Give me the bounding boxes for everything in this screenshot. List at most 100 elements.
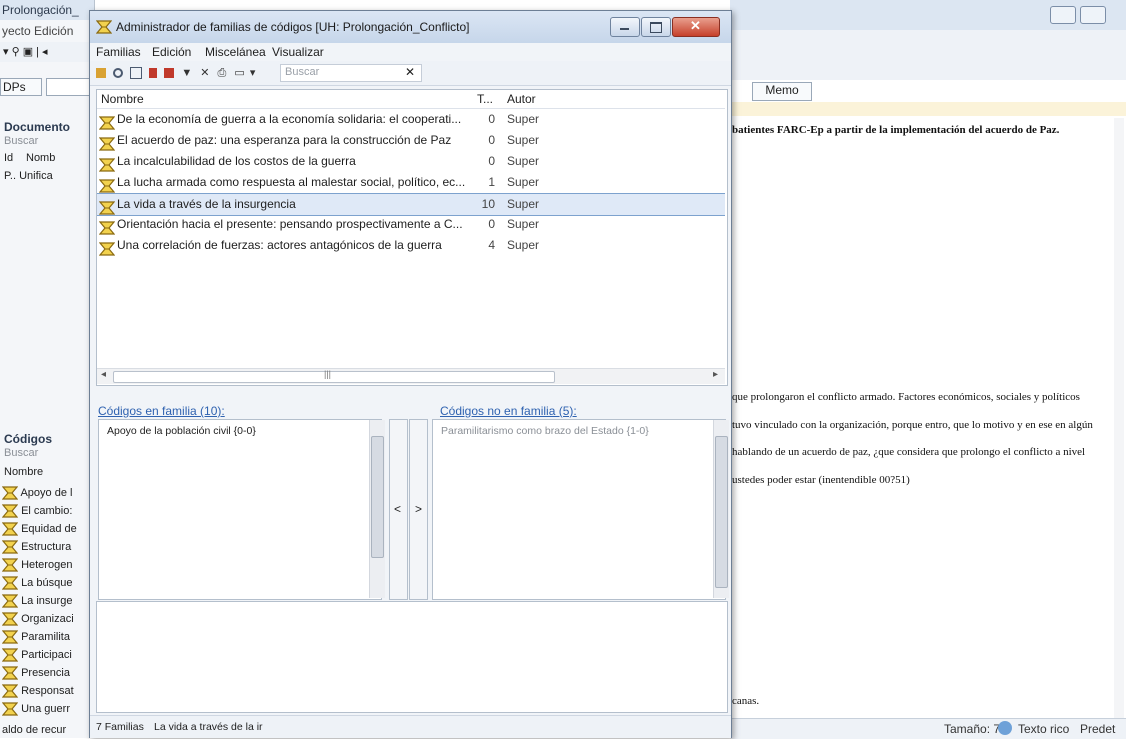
documents-header: Documento xyxy=(4,120,70,134)
family-row[interactable]: Orientación hacia el presente: pensando … xyxy=(97,214,725,235)
codes-search[interactable]: Buscar xyxy=(4,447,38,459)
clear-search-icon[interactable]: ✕ xyxy=(405,65,415,79)
column-header-t[interactable]: T... xyxy=(477,92,493,106)
documents-search[interactable]: Buscar xyxy=(4,135,38,147)
menu-edicion[interactable]: Edición xyxy=(152,45,191,59)
bg-tab-p[interactable] xyxy=(46,78,94,96)
scrollbar-thumb[interactable]: ||| xyxy=(113,369,555,383)
code-list-item[interactable]: El cambio: xyxy=(2,504,72,522)
status-default[interactable]: Predet xyxy=(1080,722,1115,736)
family-count: 0 xyxy=(488,133,495,147)
family-icon xyxy=(99,116,115,130)
status-rich-text[interactable]: Texto rico xyxy=(1018,722,1069,736)
documents-col-name[interactable]: Nomb xyxy=(26,152,55,164)
column-header-author[interactable]: Autor xyxy=(507,92,536,106)
code-list-item[interactable]: La búsque xyxy=(2,576,72,594)
code-icon xyxy=(2,504,18,518)
column-header-name[interactable]: Nombre xyxy=(101,92,144,106)
family-row[interactable]: Una correlación de fuerzas: actores anta… xyxy=(97,235,725,256)
delete-icon[interactable] xyxy=(164,68,175,79)
search-input[interactable]: Buscar ✕ xyxy=(280,64,422,82)
code-icon xyxy=(2,612,18,626)
dialog-titlebar[interactable]: Administrador de familias de códigos [UH… xyxy=(90,11,731,43)
codes-col-name[interactable]: Nombre xyxy=(4,466,43,478)
family-row[interactable]: De la economía de guerra a la economía s… xyxy=(97,109,725,130)
code-list-item[interactable]: Estructura xyxy=(2,540,71,558)
horizontal-scrollbar[interactable]: ◂ ||| ▸ xyxy=(97,368,725,384)
documents-col-id[interactable]: Id xyxy=(4,152,13,164)
bg-toolbar-icons[interactable]: ▾ ⚲ ▣ | ◂ xyxy=(3,45,48,58)
move-right-button[interactable]: > xyxy=(409,419,428,600)
remove-icon[interactable]: ✕ xyxy=(200,67,209,79)
bg-highlight-band xyxy=(730,102,1126,116)
search-icon[interactable] xyxy=(113,68,124,79)
code-list-item[interactable]: Heterogen xyxy=(2,558,72,576)
bg-restore-button[interactable] xyxy=(1080,6,1106,24)
family-row[interactable]: La lucha armada como respuesta al malest… xyxy=(97,172,725,193)
menu-familias[interactable]: Familias xyxy=(96,45,141,59)
memo-button[interactable]: Memo xyxy=(752,82,812,101)
document-icon[interactable] xyxy=(130,67,143,80)
scroll-left-icon[interactable]: ◂ xyxy=(101,369,106,380)
document-scrollbar[interactable] xyxy=(1114,118,1124,718)
menu-miscelanea[interactable]: Miscelánea xyxy=(205,45,266,59)
codes-in-family-label[interactable]: Códigos en familia (10): xyxy=(98,404,225,418)
codes-not-in-family-label[interactable]: Códigos no en familia (5): xyxy=(440,404,577,418)
family-icon xyxy=(99,158,115,172)
bg-tab-dps[interactable]: DPs xyxy=(0,78,42,96)
code-icon xyxy=(2,540,18,554)
code-not-in-family-item[interactable]: Paramilitarismo como brazo del Estado {1… xyxy=(437,423,713,440)
view-icon[interactable]: ▭ xyxy=(234,67,244,79)
maximize-button[interactable] xyxy=(641,17,671,37)
code-in-family-item[interactable]: Apoyo de la población civil {0-0} xyxy=(103,423,371,440)
not-in-family-scrollbar[interactable] xyxy=(713,420,729,598)
print-icon[interactable]: ⎙ xyxy=(218,67,227,79)
code-list-item[interactable]: Organizaci xyxy=(2,612,74,630)
code-icon xyxy=(2,576,18,590)
menu-visualizar[interactable]: Visualizar xyxy=(272,45,324,59)
family-name: La incalculabilidad de los costos de la … xyxy=(117,154,356,168)
code-icon xyxy=(2,558,18,572)
document-row[interactable]: P.. Unifica xyxy=(4,170,53,182)
code-icon xyxy=(2,684,18,698)
bg-toolbar: ▾ ⚲ ▣ | ◂ xyxy=(0,42,94,62)
scroll-right-icon[interactable]: ▸ xyxy=(713,369,718,380)
view-dropdown-icon[interactable]: ▾ xyxy=(250,67,256,79)
minimize-button[interactable] xyxy=(610,17,640,37)
dialog-title: Administrador de familias de códigos [UH… xyxy=(116,20,470,34)
code-icon xyxy=(2,630,18,644)
code-list-item[interactable]: Equidad de xyxy=(2,522,77,540)
comment-area[interactable] xyxy=(96,601,728,713)
code-icon xyxy=(2,648,18,662)
link-icon[interactable] xyxy=(149,68,158,79)
code-list-item[interactable]: La insurge xyxy=(2,594,72,612)
close-button[interactable]: ✕ xyxy=(672,17,720,37)
family-count: 0 xyxy=(488,217,495,231)
family-count: 0 xyxy=(488,112,495,126)
bg-titlebar: Prolongación_ xyxy=(0,0,94,20)
code-list-item[interactable]: Participaci xyxy=(2,648,72,666)
code-family-manager-dialog: Administrador de familias de códigos [UH… xyxy=(89,10,732,738)
move-left-button[interactable]: < xyxy=(389,419,408,600)
bg-minimize-button[interactable] xyxy=(1050,6,1076,24)
document-line: hablando de un acuerdo de paz, ¿que cons… xyxy=(732,446,1086,458)
code-icon xyxy=(2,702,18,716)
family-icon xyxy=(99,242,115,256)
family-row[interactable]: El acuerdo de paz: una esperanza para la… xyxy=(97,130,725,151)
dialog-statusbar: 7 Familias La vida a través de la ir xyxy=(90,715,731,738)
close-icon: ✕ xyxy=(690,18,701,33)
family-author: Super xyxy=(507,112,540,126)
code-list-item[interactable]: Responsat xyxy=(2,684,74,702)
bg-menubar[interactable]: yecto Edición xyxy=(2,24,73,38)
filter-icon[interactable]: ▼ xyxy=(181,67,192,79)
family-row[interactable]: La incalculabilidad de los costos de la … xyxy=(97,151,725,172)
new-family-icon[interactable] xyxy=(96,68,106,79)
family-author: Super xyxy=(507,175,540,189)
family-author: Super xyxy=(507,217,540,231)
family-row[interactable]: La vida a través de la insurgencia 10 Supe… xyxy=(97,193,725,216)
code-list-item[interactable]: Presencia xyxy=(2,666,70,684)
in-family-scrollbar[interactable] xyxy=(369,420,385,598)
code-list-item[interactable]: Una guerr xyxy=(2,702,70,720)
code-list-item[interactable]: Apoyo de l xyxy=(2,486,72,504)
code-list-item[interactable]: Paramilita xyxy=(2,630,70,648)
